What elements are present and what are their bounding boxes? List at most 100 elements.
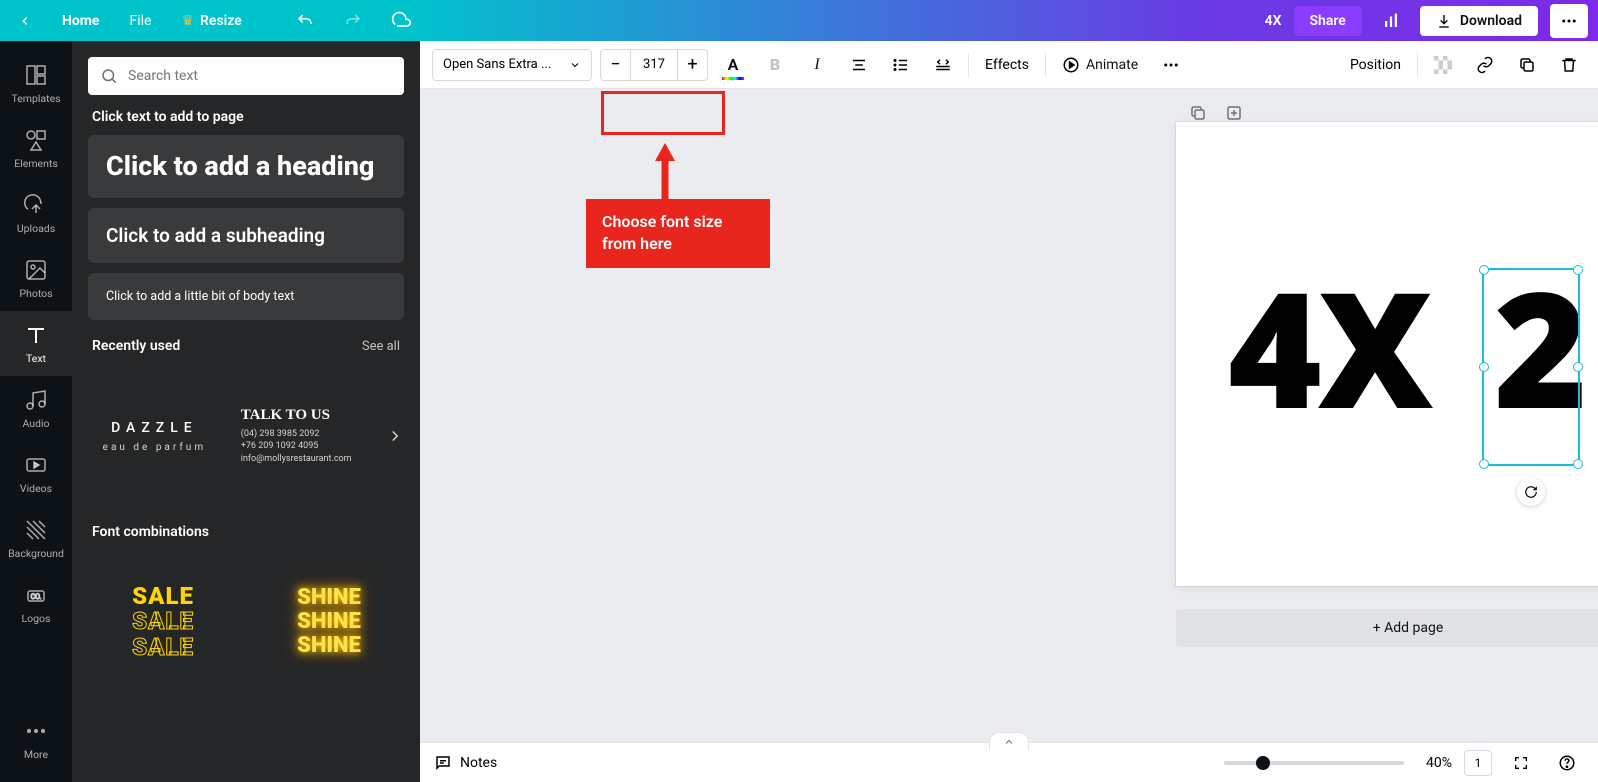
redo-button[interactable] (336, 8, 370, 34)
notes-label: Notes (460, 755, 497, 771)
template-dazzle[interactable]: DAZZLE eau de parfum (88, 366, 221, 506)
background-icon (24, 518, 48, 542)
file-menu[interactable]: File (121, 9, 159, 33)
animate-button[interactable]: Animate (1054, 48, 1146, 82)
rotate-handle[interactable] (1517, 478, 1545, 506)
expand-pages-button[interactable] (989, 732, 1029, 750)
list-button[interactable] (884, 48, 918, 82)
search-input[interactable] (128, 68, 392, 84)
see-all-link[interactable]: See all (362, 339, 400, 354)
text-toolbar: Open Sans Extra ... − + A B I Effects (420, 41, 1598, 89)
font-size-input[interactable] (630, 49, 678, 81)
add-subheading-card[interactable]: Click to add a subheading (88, 208, 404, 263)
thumb-text: +76 209 1092 4095 (241, 440, 319, 453)
resize-handle[interactable] (1573, 265, 1583, 275)
rail-background[interactable]: Background (0, 506, 72, 571)
audio-icon (24, 388, 48, 412)
resize-handle[interactable] (1479, 459, 1489, 469)
chevron-down-icon (569, 59, 581, 71)
add-body-card[interactable]: Click to add a little bit of body text (88, 273, 404, 320)
home-button[interactable]: Home (54, 9, 107, 33)
font-combos-title: Font combinations (92, 524, 209, 540)
text-icon (24, 323, 48, 347)
bold-button[interactable]: B (758, 48, 792, 82)
more-button[interactable] (1550, 4, 1588, 38)
animate-label: Animate (1086, 57, 1138, 73)
svg-text:CO.: CO. (31, 593, 42, 601)
template-shine[interactable]: SHINE SHINE SHINE (254, 552, 404, 692)
search-icon (100, 67, 118, 85)
position-button[interactable]: Position (1342, 57, 1409, 73)
add-heading-card[interactable]: Click to add a heading (88, 135, 404, 198)
thumb-text: (04) 298 3985 2092 (241, 428, 320, 441)
notes-button[interactable]: Notes (434, 754, 497, 772)
transparency-icon (1434, 56, 1452, 74)
thumb-text: SALE (132, 635, 194, 660)
share-button[interactable]: Share (1294, 6, 1362, 36)
font-color-button[interactable]: A (716, 48, 750, 82)
rail-audio[interactable]: Audio (0, 376, 72, 441)
duplicate-button[interactable] (1510, 48, 1544, 82)
templates-icon (24, 63, 48, 87)
download-button[interactable]: Download (1420, 6, 1538, 36)
italic-button[interactable]: I (800, 48, 834, 82)
document-title[interactable]: 4X (1265, 13, 1282, 29)
font-family-select[interactable]: Open Sans Extra ... (432, 49, 592, 81)
rail-templates[interactable]: Templates (0, 51, 72, 116)
thumb-text: SHINE (297, 610, 361, 634)
rail-uploads[interactable]: Uploads (0, 181, 72, 246)
carousel-next[interactable] (386, 427, 404, 445)
font-family-value: Open Sans Extra ... (443, 57, 551, 72)
canvas-viewport[interactable]: 4X 2 + Add page (420, 89, 1598, 742)
thumb-text: SALE (132, 609, 194, 634)
animate-icon (1062, 56, 1080, 74)
design-canvas[interactable]: 4X 2 (1176, 122, 1598, 586)
transparency-button[interactable] (1426, 48, 1460, 82)
rail-label: Elements (14, 157, 58, 170)
resize-button[interactable]: ♛ Resize (173, 9, 249, 33)
template-talk[interactable]: TALK TO US (04) 298 3985 2092 +76 209 10… (237, 366, 370, 506)
resize-handle[interactable] (1479, 362, 1489, 372)
photos-icon (24, 258, 48, 282)
canvas-text-4x[interactable]: 4X (1228, 237, 1429, 455)
toolbar-more[interactable] (1154, 48, 1188, 82)
link-button[interactable] (1468, 48, 1502, 82)
font-size-decrease[interactable]: − (600, 49, 630, 81)
align-button[interactable] (842, 48, 876, 82)
more-icon (24, 719, 48, 743)
add-heading-label: Click to add a heading (106, 151, 386, 182)
font-size-increase[interactable]: + (678, 49, 708, 81)
selection-box[interactable] (1482, 268, 1580, 466)
rail-photos[interactable]: Photos (0, 246, 72, 311)
app-header: Home File ♛ Resize 4X Share Download (0, 0, 1598, 41)
delete-button[interactable] (1552, 48, 1586, 82)
search-box[interactable] (88, 57, 404, 95)
thumb-text: SALE (132, 584, 194, 609)
insights-button[interactable] (1374, 8, 1408, 34)
videos-icon (24, 453, 48, 477)
spacing-button[interactable] (926, 48, 960, 82)
rail-elements[interactable]: Elements (0, 116, 72, 181)
panel-hint: Click text to add to page (92, 109, 400, 125)
crown-icon: ♛ (181, 13, 194, 29)
resize-handle[interactable] (1573, 459, 1583, 469)
add-page-bar[interactable]: + Add page (1176, 609, 1598, 647)
back-button[interactable] (10, 10, 40, 32)
resize-handle[interactable] (1573, 362, 1583, 372)
rail-text[interactable]: Text (0, 311, 72, 376)
thumb-text: SHINE (297, 586, 361, 610)
rail-more[interactable]: More (0, 707, 72, 772)
help-button[interactable] (1550, 746, 1584, 780)
zoom-knob[interactable] (1256, 756, 1270, 770)
rail-logos[interactable]: CO. Logos (0, 571, 72, 636)
cloud-sync-icon[interactable] (384, 7, 420, 35)
undo-button[interactable] (288, 8, 322, 34)
page-count[interactable]: 1 (1464, 750, 1492, 776)
resize-handle[interactable] (1479, 265, 1489, 275)
effects-button[interactable]: Effects (977, 57, 1037, 73)
zoom-value[interactable]: 40% (1426, 755, 1452, 771)
zoom-slider[interactable] (1224, 761, 1404, 765)
template-sale[interactable]: SALE SALE SALE (88, 552, 238, 692)
fullscreen-button[interactable] (1504, 746, 1538, 780)
rail-videos[interactable]: Videos (0, 441, 72, 506)
